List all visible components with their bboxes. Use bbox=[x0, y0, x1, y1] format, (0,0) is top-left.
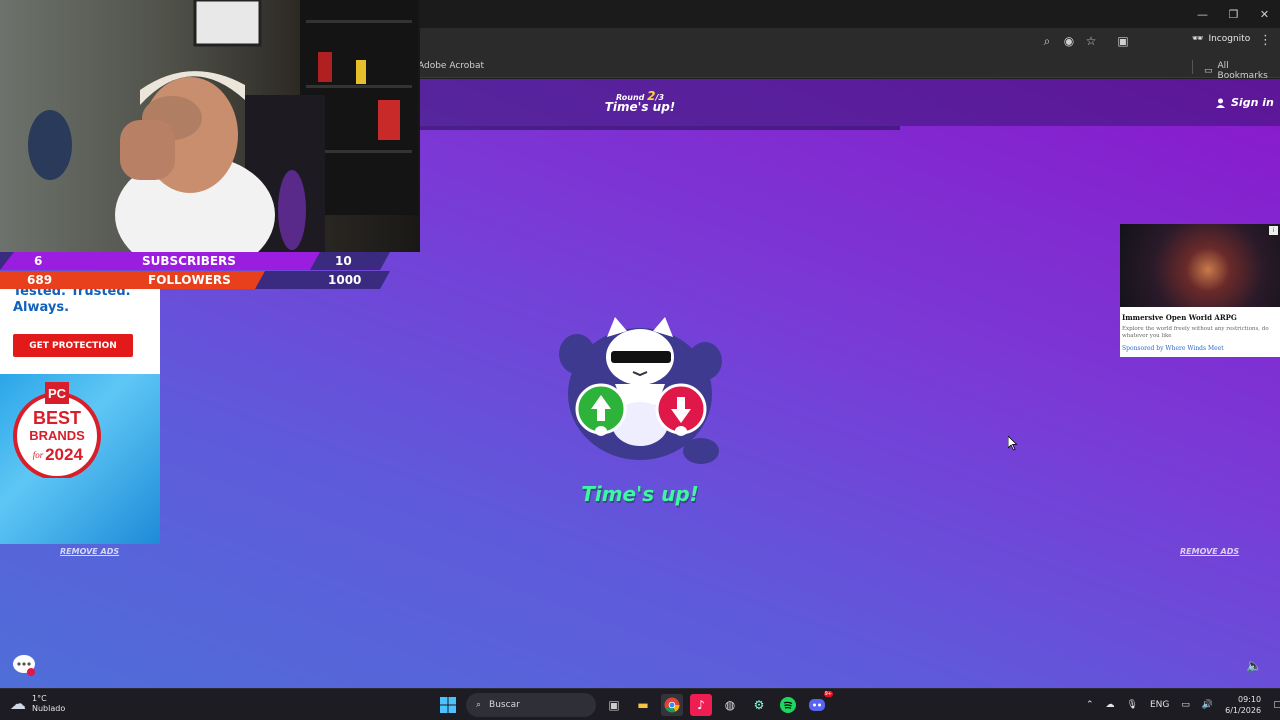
badge-year: 2024 bbox=[45, 445, 83, 464]
incognito-icon: 🕶 bbox=[1192, 34, 1204, 44]
spotify-icon[interactable] bbox=[777, 694, 799, 716]
clock-date: 6/1/2026 bbox=[1225, 706, 1262, 715]
ad-right-title: Immersive Open World ARPG bbox=[1122, 313, 1237, 322]
bookmark-adobe-acrobat[interactable]: Adobe Acrobat bbox=[418, 61, 484, 71]
onedrive-icon[interactable]: ☁ bbox=[1106, 700, 1115, 710]
subscribers-goal-bar: 6 SUBSCRIBERS 10 bbox=[0, 252, 390, 270]
weather-widget[interactable]: ☁ 1°C Nublado bbox=[10, 694, 65, 714]
notification-icon[interactable]: ▢ bbox=[1273, 700, 1280, 710]
app-icon[interactable]: ⚙ bbox=[748, 694, 770, 716]
sign-in-button[interactable]: Sign in bbox=[1216, 96, 1274, 109]
discord-icon[interactable]: 9+ bbox=[806, 691, 833, 716]
mouse-cursor-icon bbox=[1008, 436, 1018, 451]
obs-icon[interactable]: ◍ bbox=[719, 694, 741, 716]
all-bookmarks-label: All Bookmarks bbox=[1217, 61, 1268, 81]
remove-ads-left[interactable]: REMOVE ADS bbox=[60, 547, 119, 556]
restore-icon[interactable]: ❐ bbox=[1218, 0, 1249, 28]
subscribers-goal: 10 bbox=[335, 254, 352, 268]
right-advertisement[interactable]: i Immersive Open World ARPG Explore the … bbox=[1120, 224, 1280, 357]
round-progress-track bbox=[420, 126, 900, 130]
side-panel-icon[interactable]: ▣ bbox=[1116, 34, 1130, 49]
search-icon: ⌕ bbox=[476, 700, 482, 710]
incognito-label: Incognito bbox=[1208, 34, 1251, 44]
zoom-icon[interactable]: ⌕ bbox=[1040, 34, 1054, 49]
chrome-icon[interactable] bbox=[661, 694, 683, 716]
followers-current: 689 bbox=[27, 273, 53, 287]
remove-ads-right[interactable]: REMOVE ADS bbox=[1180, 547, 1239, 556]
best-brands-badge: PC BEST BRANDS for 2024 bbox=[13, 382, 101, 478]
badge-brand: PC bbox=[48, 386, 67, 401]
ad-right-sponsor[interactable]: Sponsored by Where Winds Meet bbox=[1122, 345, 1224, 352]
header-status: Time's up! bbox=[604, 100, 676, 114]
all-bookmarks-button[interactable]: ▭ All Bookmarks bbox=[1204, 61, 1280, 81]
get-protection-button[interactable]: GET PROTECTION bbox=[13, 334, 133, 357]
bookmarks-divider bbox=[1192, 60, 1193, 74]
mascot-cat-image bbox=[559, 317, 722, 464]
search-placeholder: Buscar bbox=[489, 700, 520, 710]
windows-taskbar: ☁ 1°C Nublado ⌕ Buscar ▣ ▬ ♪ ◍ ⚙ 9+ ⌃ ☁ … bbox=[0, 688, 1280, 720]
sign-in-label: Sign in bbox=[1231, 96, 1274, 109]
task-view-icon[interactable]: ▣ bbox=[603, 694, 625, 716]
taskbar-apps: ⌕ Buscar ▣ ▬ ♪ ◍ ⚙ 9+ bbox=[437, 691, 833, 717]
language-indicator[interactable]: ENG bbox=[1150, 700, 1169, 710]
weather-temp: 1°C bbox=[32, 694, 47, 703]
user-icon bbox=[1216, 98, 1225, 108]
minimize-icon[interactable]: — bbox=[1187, 0, 1218, 28]
chevron-up-icon[interactable]: ⌃ bbox=[1086, 700, 1094, 710]
tracking-eye-icon[interactable]: ◉ bbox=[1062, 34, 1076, 49]
clock-time: 09:10 bbox=[1238, 695, 1262, 704]
close-icon[interactable]: ✕ bbox=[1249, 0, 1280, 28]
microphone-icon[interactable]: 🎙 bbox=[1127, 700, 1138, 710]
streamer-webcam-image bbox=[0, 0, 420, 252]
followers-goal-bar: 689 FOLLOWERS 1000 bbox=[0, 271, 390, 289]
folder-icon: ▭ bbox=[1204, 66, 1213, 76]
network-icon[interactable]: ▭ bbox=[1181, 700, 1190, 710]
ad-right-description: Explore the world freely without any res… bbox=[1122, 326, 1269, 339]
system-tray: ⌃ ☁ 🎙 ENG ▭ 🔊 09:10 6/1/2026 ▢ bbox=[1086, 689, 1280, 720]
webcam-overlay bbox=[0, 0, 420, 252]
volume-icon[interactable]: 🔊 bbox=[1202, 700, 1213, 710]
cloud-icon: ☁ bbox=[10, 694, 26, 713]
sound-icon[interactable]: 🔈 bbox=[1246, 659, 1262, 674]
bookmark-star-icon[interactable]: ☆ bbox=[1084, 34, 1098, 49]
weather-desc: Nublado bbox=[32, 704, 66, 713]
subscribers-label: SUBSCRIBERS bbox=[142, 254, 236, 268]
followers-label: FOLLOWERS bbox=[148, 273, 231, 287]
browser-menu-icon[interactable]: ⋮ bbox=[1259, 33, 1272, 48]
ad-right-image bbox=[1120, 224, 1280, 307]
tiktok-icon[interactable]: ♪ bbox=[690, 694, 712, 716]
taskbar-search[interactable]: ⌕ Buscar bbox=[466, 693, 596, 717]
ad-choices-icon[interactable]: i bbox=[1269, 226, 1278, 235]
followers-goal: 1000 bbox=[328, 273, 362, 287]
left-advertisement[interactable]: Tested. Trusted. Always. GET PROTECTION … bbox=[0, 284, 160, 544]
incognito-indicator[interactable]: 🕶 Incognito bbox=[1192, 34, 1250, 44]
windows-start-icon[interactable] bbox=[437, 694, 459, 716]
badge-mid: BRANDS bbox=[29, 428, 85, 443]
badge-for: for bbox=[33, 450, 44, 460]
clock[interactable]: 09:10 6/1/2026 bbox=[1225, 694, 1261, 716]
chat-icon[interactable] bbox=[12, 654, 36, 676]
times-up-status: Time's up! bbox=[581, 482, 699, 506]
discord-badge: 9+ bbox=[823, 691, 833, 697]
file-explorer-icon[interactable]: ▬ bbox=[632, 694, 654, 716]
subscribers-current: 6 bbox=[34, 254, 43, 268]
badge-top: BEST bbox=[33, 408, 81, 428]
window-controls: — ❐ ✕ bbox=[1187, 0, 1280, 28]
